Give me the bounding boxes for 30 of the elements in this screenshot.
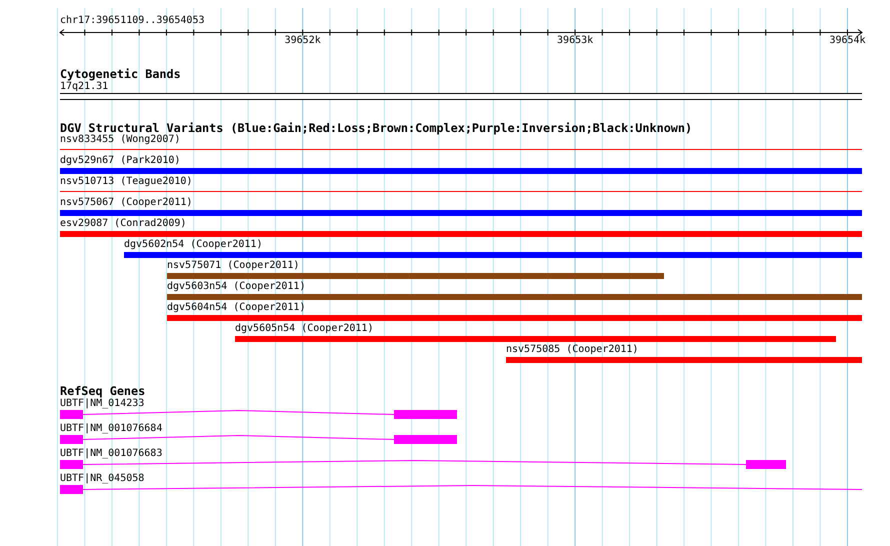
variant-label: esv29087 (Conrad2009) <box>60 218 186 230</box>
transcript-label: UBTF|NM_001076684 <box>60 423 162 435</box>
variant-label: nsv510713 (Teague2010) <box>60 176 192 188</box>
exon-block <box>394 435 457 444</box>
transcript-label: UBTF|NM_001076683 <box>60 448 162 460</box>
variant-label: dgv5602n54 (Cooper2011) <box>124 239 262 251</box>
exon-block <box>60 460 83 469</box>
exon-block <box>394 410 457 419</box>
variant-label: nsv575067 (Cooper2011) <box>60 197 192 209</box>
track-title: DGV Structural Variants (Blue:Gain;Red:Loss;Brown:Complex;Purple:Inversion;Black:Unknown) <box>59 122 694 134</box>
transcript-label: UBTF|NR_045058 <box>60 473 144 485</box>
variant-label: nsv575071 (Cooper2011) <box>167 260 300 272</box>
track-title: Cytogenetic Bands <box>59 67 182 81</box>
exon-block <box>60 410 83 419</box>
variant-label: dgv5605n54 (Cooper2011) <box>235 323 374 335</box>
variant-label: dgv529n67 (Park2010) <box>60 155 180 167</box>
track-title: RefSeq Genes <box>59 384 146 398</box>
band-label: 17q21.31 <box>59 81 110 93</box>
exon-block <box>746 460 786 469</box>
tick-label: 39652k <box>284 35 321 46</box>
variant-label: nsv575085 (Cooper2011) <box>506 344 638 356</box>
variant-label: dgv5603n54 (Cooper2011) <box>167 281 306 293</box>
variant-label: nsv833455 (Wong2007) <box>60 134 180 146</box>
location-label: chr17:39651109..39654053 <box>59 15 206 27</box>
tick-label: 39653k <box>557 35 594 46</box>
tick-label: 39654k <box>829 35 866 46</box>
exon-block <box>60 485 83 494</box>
variant-label: dgv5604n54 (Cooper2011) <box>167 302 306 314</box>
transcript-label: UBTF|NM_014233 <box>60 398 144 410</box>
exon-block <box>60 435 83 444</box>
